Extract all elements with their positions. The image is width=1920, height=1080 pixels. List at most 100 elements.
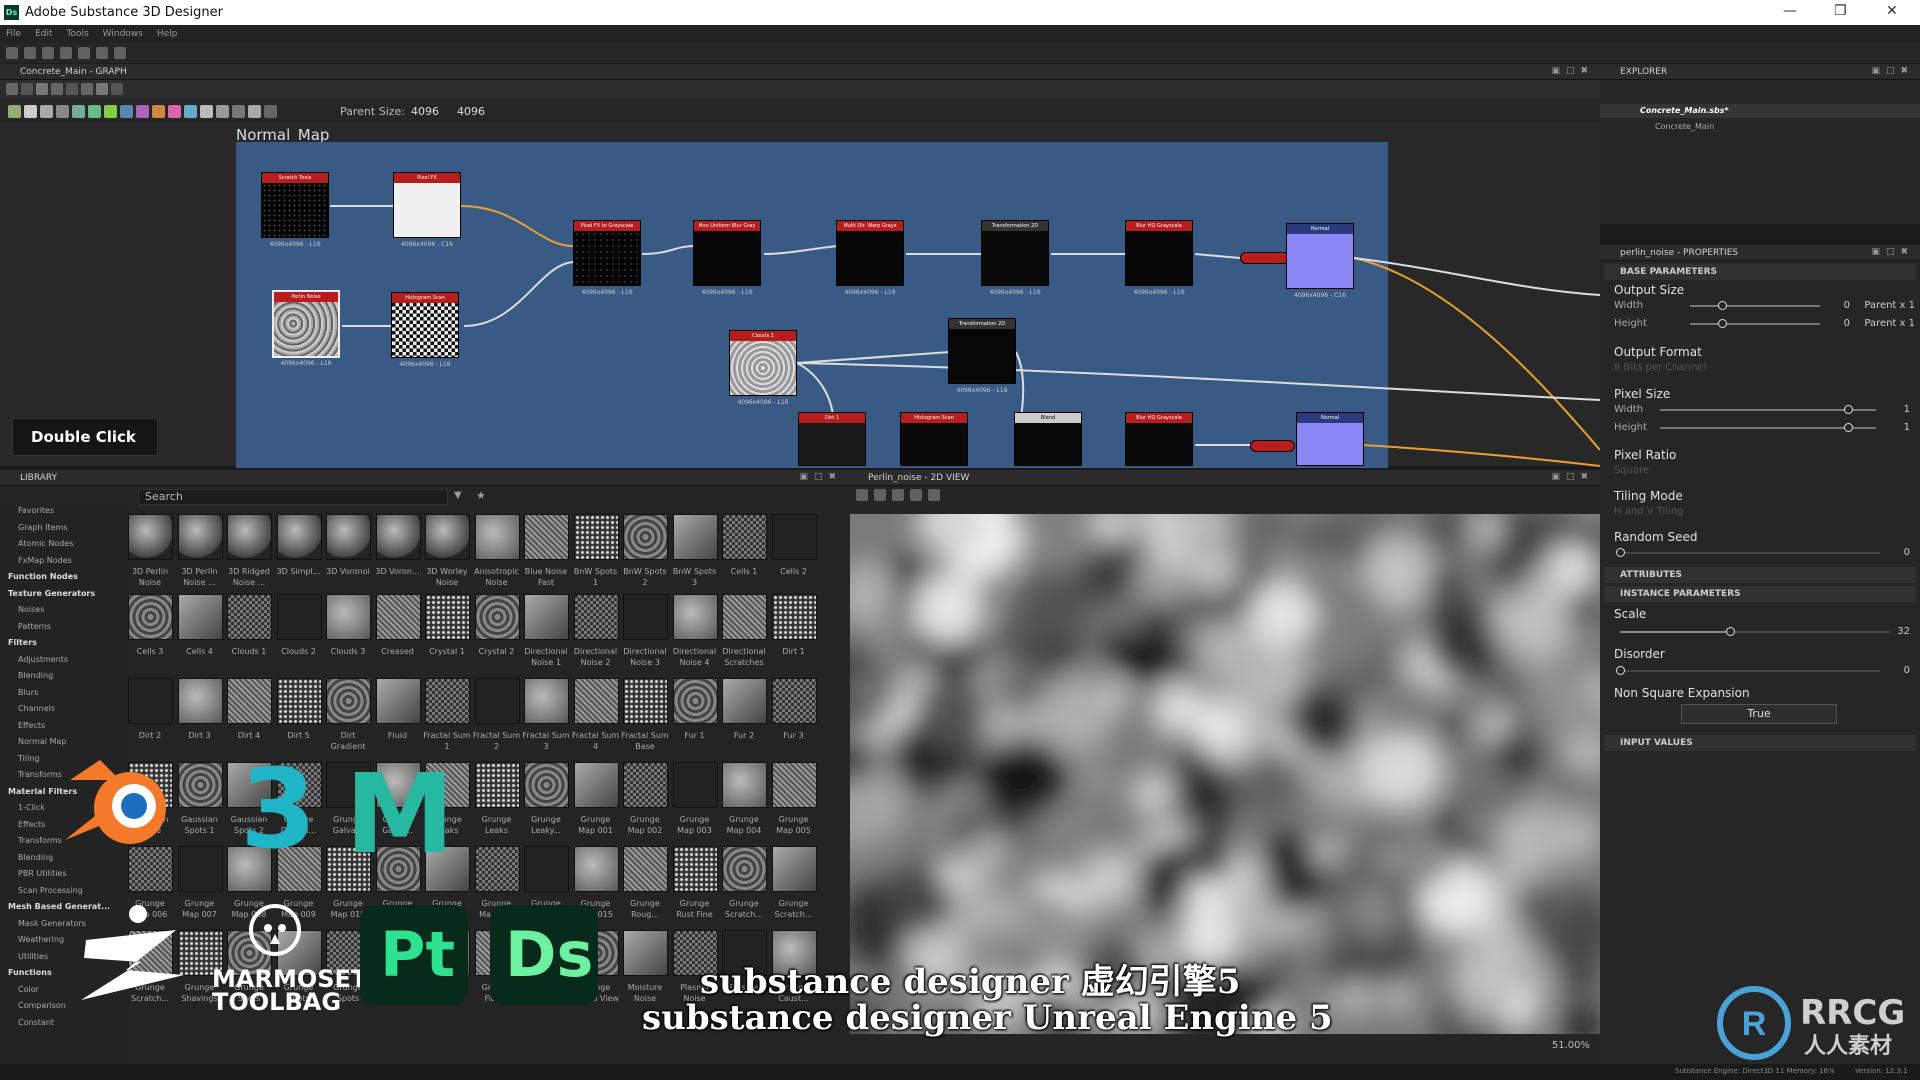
library-item-thumbnail[interactable] bbox=[672, 594, 718, 640]
library-tree-item[interactable]: Weathering bbox=[18, 935, 64, 944]
node-dirt-1[interactable]: Dirt 1 bbox=[798, 412, 866, 466]
node-blur-hq-b[interactable]: Blur HQ Grayscale bbox=[1125, 412, 1193, 466]
node-transformation-2d[interactable]: Transformation 2D 4096x4096 - L16 bbox=[981, 220, 1049, 296]
blend-node-icon[interactable] bbox=[8, 104, 21, 118]
info-icon[interactable] bbox=[51, 83, 63, 95]
restore-icon[interactable]: ❐ bbox=[1834, 3, 1847, 19]
explorer-package-item[interactable]: Concrete_Main.sbs* bbox=[1600, 104, 1920, 118]
library-item-thumbnail[interactable] bbox=[771, 846, 817, 892]
library-item-thumbnail[interactable] bbox=[474, 594, 520, 640]
output-height-knob[interactable] bbox=[1718, 319, 1727, 328]
library-tree-item[interactable]: Scan Processing bbox=[18, 886, 83, 895]
zoom-level[interactable]: 51.00% bbox=[1552, 1040, 1590, 1051]
library-search-input[interactable]: Search bbox=[138, 489, 448, 505]
library-item-thumbnail[interactable] bbox=[128, 678, 173, 724]
close-icon[interactable]: ✕ bbox=[1886, 3, 1898, 19]
blur-icon[interactable] bbox=[120, 104, 133, 118]
normal-icon[interactable] bbox=[168, 104, 181, 118]
panel-controls-icon[interactable]: ▣□✖ bbox=[1551, 66, 1594, 76]
library-item-thumbnail[interactable] bbox=[771, 678, 817, 724]
panel-controls-icon[interactable]: ▣□✖ bbox=[799, 472, 842, 482]
library-item-thumbnail[interactable] bbox=[227, 594, 272, 640]
select-icon[interactable] bbox=[6, 83, 18, 95]
library-tree-item[interactable]: Comparison bbox=[18, 1001, 66, 1010]
library-item-thumbnail[interactable] bbox=[623, 678, 668, 724]
pixel-width-value[interactable]: 1 bbox=[1880, 404, 1910, 415]
menu-windows[interactable]: Windows bbox=[103, 29, 143, 39]
library-tree-item[interactable]: Transforms bbox=[18, 836, 62, 845]
hsl-icon[interactable] bbox=[72, 104, 85, 118]
parent-size-width[interactable]: 4096 bbox=[411, 105, 439, 118]
library-item-thumbnail[interactable] bbox=[276, 514, 322, 560]
save-icon[interactable] bbox=[78, 47, 90, 59]
library-item-thumbnail[interactable] bbox=[524, 514, 569, 560]
library-tree-item[interactable]: Blending bbox=[18, 671, 53, 680]
pixel-height-value[interactable]: 1 bbox=[1880, 422, 1910, 433]
output-height-slider[interactable] bbox=[1690, 323, 1820, 325]
library-item-thumbnail[interactable] bbox=[177, 762, 223, 808]
node-scratch-tools[interactable]: Scratch Tools 4096x4096 - L16 bbox=[261, 172, 329, 248]
library-tree-item[interactable]: Patterns bbox=[18, 622, 51, 631]
library-tree-item[interactable]: Channels bbox=[18, 704, 55, 713]
library-item-thumbnail[interactable] bbox=[375, 594, 421, 640]
output-width-knob[interactable] bbox=[1718, 301, 1727, 310]
library-item-thumbnail[interactable] bbox=[771, 594, 817, 640]
node-clouds-2[interactable]: Clouds 2 4096x4096 - L16 bbox=[729, 330, 797, 406]
favorite-star-icon[interactable]: ★ bbox=[476, 489, 486, 502]
save-image-icon[interactable] bbox=[874, 489, 886, 501]
node-non-uniform-blur[interactable]: Non Uniform Blur Gray 4096x4096 - L16 bbox=[693, 220, 761, 296]
library-item-thumbnail[interactable] bbox=[573, 678, 619, 724]
output-format-value[interactable]: 8 Bits per Channel bbox=[1614, 362, 1706, 373]
library-item-thumbnail[interactable] bbox=[672, 762, 718, 808]
library-tree-item[interactable]: Constant bbox=[18, 1018, 54, 1027]
library-tree-item[interactable]: Noises bbox=[18, 605, 44, 614]
histogram-icon[interactable] bbox=[928, 489, 940, 501]
curve-icon[interactable] bbox=[104, 104, 117, 118]
import-icon[interactable] bbox=[42, 47, 54, 59]
library-item-thumbnail[interactable] bbox=[623, 762, 668, 808]
output-width-value[interactable]: 0 bbox=[1830, 300, 1850, 311]
filter-icon[interactable]: ▼ bbox=[454, 490, 462, 501]
library-item-thumbnail[interactable] bbox=[375, 678, 421, 724]
copy-icon[interactable] bbox=[892, 489, 904, 501]
library-item-thumbnail[interactable] bbox=[177, 846, 223, 892]
library-tree-item[interactable]: Function Nodes bbox=[8, 572, 78, 581]
library-item-thumbnail[interactable] bbox=[573, 846, 619, 892]
info-icon[interactable] bbox=[910, 489, 922, 501]
scale-value[interactable]: 32 bbox=[1880, 626, 1910, 637]
library-item-thumbnail[interactable] bbox=[276, 678, 322, 724]
new-graph-icon[interactable] bbox=[24, 47, 36, 59]
pixel-processor-icon[interactable] bbox=[200, 104, 213, 118]
library-item-thumbnail[interactable] bbox=[672, 678, 718, 724]
library-item-thumbnail[interactable] bbox=[375, 514, 421, 560]
library-item-thumbnail[interactable] bbox=[425, 594, 470, 640]
library-tree-item[interactable]: Favorites bbox=[18, 506, 54, 515]
library-item-thumbnail[interactable] bbox=[326, 514, 371, 560]
library-tree-item[interactable]: Blurs bbox=[18, 688, 38, 697]
minimize-icon[interactable]: — bbox=[1783, 3, 1797, 19]
random-seed-value[interactable]: 0 bbox=[1880, 547, 1910, 558]
library-item-thumbnail[interactable] bbox=[524, 594, 569, 640]
library-item-thumbnail[interactable] bbox=[177, 514, 223, 560]
library-tree-item[interactable]: FxMap Nodes bbox=[18, 556, 72, 565]
svg-node-icon[interactable] bbox=[248, 104, 261, 118]
grid-icon[interactable] bbox=[96, 83, 108, 95]
align-icon[interactable] bbox=[81, 83, 93, 95]
node-normal-b[interactable]: Normal bbox=[1296, 412, 1364, 466]
new-icon[interactable] bbox=[6, 47, 18, 59]
library-tree-item[interactable]: Color bbox=[18, 985, 39, 994]
library-item-thumbnail[interactable] bbox=[177, 594, 223, 640]
node-normal[interactable]: Normal 4096x4096 - C16 bbox=[1286, 223, 1354, 299]
open-folder-icon[interactable] bbox=[60, 47, 72, 59]
base-parameters-section[interactable]: BASE PARAMETERS bbox=[1604, 264, 1916, 280]
library-item-thumbnail[interactable] bbox=[722, 762, 767, 808]
menu-help[interactable]: Help bbox=[157, 29, 178, 39]
transform-icon[interactable] bbox=[56, 104, 69, 118]
undo-icon[interactable] bbox=[96, 47, 108, 59]
library-tree-item[interactable]: Effects bbox=[18, 721, 45, 730]
gradient-map-icon[interactable] bbox=[88, 104, 101, 118]
library-item-thumbnail[interactable] bbox=[722, 846, 767, 892]
library-tree-item[interactable]: Utilities bbox=[18, 952, 48, 961]
node-histogram-scan-b[interactable]: Histogram Scan bbox=[900, 412, 968, 466]
node-blend[interactable]: Blend bbox=[1014, 412, 1082, 466]
